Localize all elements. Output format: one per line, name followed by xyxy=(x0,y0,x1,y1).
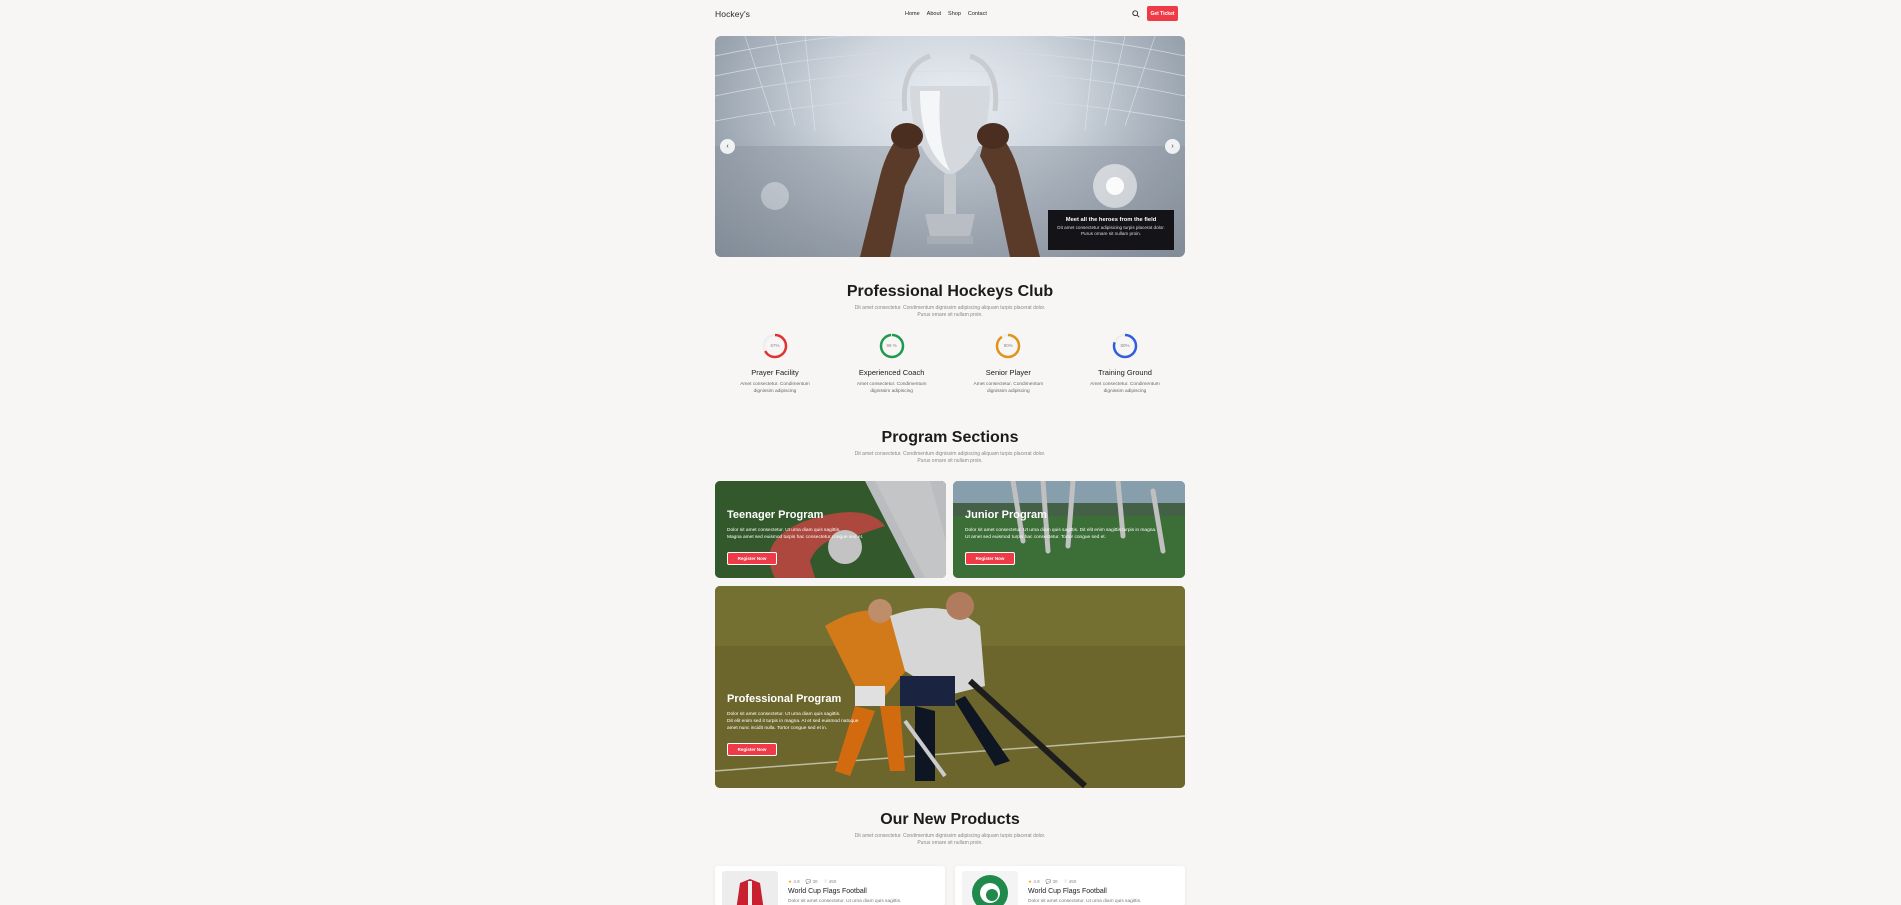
progress-value: 90% xyxy=(1003,343,1013,348)
stat-training-ground: 80% Training Ground Amet consectetur. Co… xyxy=(1083,333,1167,395)
stat-experienced-coach: 98 % Experienced Coach Amet consectetur.… xyxy=(850,333,934,395)
slider-next-button[interactable]: › xyxy=(1165,139,1180,154)
hero-slider: ‹ › Meet all the heroes from the field D… xyxy=(715,36,1185,257)
get-ticket-button[interactable]: Get Ticket xyxy=(1147,6,1178,21)
product-meta: ★ 4.9 💬 30 ♡ 450 xyxy=(788,879,836,885)
product-card[interactable]: ★ 4.9 💬 30 ♡ 450 World Cup Flags Footbal… xyxy=(715,866,945,905)
stat-title: Training Ground xyxy=(1098,368,1152,377)
product-name[interactable]: World Cup Flags Football xyxy=(1028,888,1107,895)
product-desc: Dolor sit amet consectetur. Ut urna diam… xyxy=(1028,899,1142,904)
professional-program-card: Professional Program Dolor sit amet cons… xyxy=(715,586,1185,788)
professional-program-desc: Dolor sit amet consectetur. Ut urna diam… xyxy=(727,712,859,731)
products-subtitle-line: Dit amet consectetur. Condimentum dignis… xyxy=(854,833,1046,839)
hero-caption-title: Meet all the heroes from the field xyxy=(1065,217,1157,223)
programs-section-header: Program Sections Dit amet consectetur. C… xyxy=(715,429,1185,465)
progress-value: 98 % xyxy=(886,343,897,348)
programs-title: Program Sections xyxy=(881,429,1019,446)
progress-ring: 80% xyxy=(1112,333,1138,359)
product-meta: ★ 4.9 💬 30 ♡ 450 xyxy=(1028,879,1076,885)
products-subtitle: Dit amet consectetur. Condimentum dignis… xyxy=(715,833,1185,847)
nav-link-about[interactable]: About xyxy=(927,11,941,17)
slider-prev-button[interactable]: ‹ xyxy=(720,139,735,154)
stat-desc: Amet consectetur. Condimentum dignissim a… xyxy=(740,382,810,394)
products-subtitle-line: Purus ornare sit nullam proin. xyxy=(917,840,983,846)
stat-desc: Amet consectetur. Condimentum dignissim a… xyxy=(1090,382,1160,394)
nav-link-home[interactable]: Home xyxy=(905,11,920,17)
register-now-button[interactable]: Register Now xyxy=(965,552,1015,565)
programs-subtitle: Dit amet consectetur. Condimentum dignis… xyxy=(715,451,1185,465)
rating: ★ 4.9 xyxy=(1028,879,1040,884)
product-card[interactable]: ★ 4.9 💬 30 ♡ 450 World Cup Flags Footbal… xyxy=(955,866,1185,905)
product-image xyxy=(962,871,1018,905)
register-now-button[interactable]: Register Now xyxy=(727,743,777,756)
club-section: Professional Hockeys Club Dit amet conse… xyxy=(715,283,1185,319)
top-navbar: Hockey's Home About Shop Contact Get Tic… xyxy=(715,6,1185,22)
professional-program-image xyxy=(715,586,1185,788)
products-title: Our New Products xyxy=(880,811,1020,828)
club-subtitle: Dit amet consectetur. Condimentum dignis… xyxy=(715,305,1185,319)
progress-value: 67% xyxy=(770,343,780,348)
junior-program-desc: Dolor sit amet consectetur. Ut urna diam… xyxy=(965,528,1157,540)
stat-title: Senior Player xyxy=(985,368,1031,377)
stat-title: Experienced Coach xyxy=(858,368,925,377)
programs-subtitle-line: Purus ornare sit nullam proin. xyxy=(917,458,983,464)
product-desc: Dolor sit amet consectetur. Ut urna diam… xyxy=(788,899,902,904)
teenager-program-desc: Dolor sit amet consectetur. Ut urna diam… xyxy=(727,528,864,540)
junior-program-title: Junior Program xyxy=(965,509,1047,521)
stat-prayer-facility: 67% Prayer Facility Amet consectetur. Co… xyxy=(733,333,817,395)
teenager-program-card: Teenager Program Dolor sit amet consecte… xyxy=(715,481,946,578)
teenager-program-title: Teenager Program xyxy=(727,509,824,521)
product-image xyxy=(722,871,778,905)
junior-program-card: Junior Program Dolor sit amet consectetu… xyxy=(953,481,1185,578)
progress-ring: 98 % xyxy=(879,333,905,359)
stat-senior-player: 90% Senior Player Amet consectetur. Cond… xyxy=(966,333,1050,395)
products-section-header: Our New Products Dit amet consectetur. C… xyxy=(715,811,1185,847)
club-subtitle-line: Dit amet consectetur. Condimentum dignis… xyxy=(854,305,1046,311)
stat-desc: Amet consectetur. Condimentum dignissim a… xyxy=(973,382,1044,394)
progress-ring: 67% xyxy=(762,333,788,359)
club-title: Professional Hockeys Club xyxy=(846,283,1054,300)
stat-desc: Amet consectetur. Condimentum dignissim a… xyxy=(856,382,927,394)
progress-value: 80% xyxy=(1120,343,1130,348)
comments: 💬 30 xyxy=(805,879,818,884)
progress-ring: 90% xyxy=(995,333,1021,359)
rating: ★ 4.9 xyxy=(788,879,800,884)
professional-program-title: Professional Program xyxy=(727,693,842,705)
stat-title: Prayer Facility xyxy=(751,368,799,377)
stats-row: 67% Prayer Facility Amet consectetur. Co… xyxy=(715,333,1185,395)
main-menu: Home About Shop Contact xyxy=(905,11,987,17)
register-now-button[interactable]: Register Now xyxy=(727,552,777,565)
club-subtitle-line: Purus ornare sit nullam proin. xyxy=(917,312,983,318)
likes: ♡ 450 xyxy=(1063,879,1077,884)
hero-caption: Meet all the heroes from the field Dit a… xyxy=(1048,210,1174,250)
nav-link-shop[interactable]: Shop xyxy=(948,11,961,17)
hero-caption-text: Dit amet consectetur adipisicing turpis … xyxy=(1057,225,1165,236)
comments: 💬 30 xyxy=(1045,879,1058,884)
search-icon[interactable] xyxy=(1132,10,1140,18)
programs-subtitle-line: Dit amet consectetur. Condimentum dignis… xyxy=(854,451,1046,457)
likes: ♡ 450 xyxy=(823,879,837,884)
nav-link-contact[interactable]: Contact xyxy=(968,11,987,17)
site-logo[interactable]: Hockey's xyxy=(715,9,750,19)
product-name[interactable]: World Cup Flags Football xyxy=(788,888,867,895)
